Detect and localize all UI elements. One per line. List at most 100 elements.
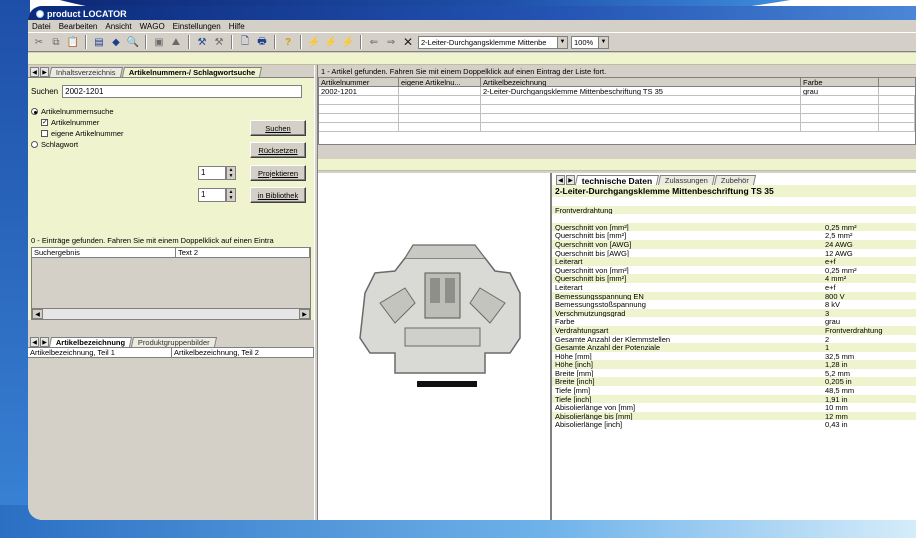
tab-accessories[interactable]: Zubehör [714, 175, 757, 185]
article-name-list[interactable]: Artikelbezeichnung, Teil 1 Artikelbezeic… [28, 347, 314, 520]
tab-approvals[interactable]: Zulassungen [658, 175, 716, 185]
col-search-result[interactable]: Suchergebnis [32, 248, 176, 258]
window-icon[interactable]: ▣ [152, 35, 166, 49]
quantity-input[interactable]: 1 [198, 166, 226, 180]
stepper-arrows-icon[interactable]: ▲ ▼ [226, 166, 236, 180]
search-result-list[interactable]: Suchergebnis Text 2 ◀ ▶ [31, 247, 311, 320]
terminal-add-icon[interactable]: ⚡ [324, 35, 338, 49]
search-icon[interactable]: 🔍 [126, 35, 140, 49]
col-articlenumber[interactable]: Artikelnummer [319, 78, 399, 87]
diamond-icon[interactable]: ◆ [109, 35, 123, 49]
filter-icon[interactable]: ▤ [92, 35, 106, 49]
radio-articlenumber-search[interactable]: Artikelnummernsuche [31, 106, 311, 117]
menu-ansicht[interactable]: Ansicht [105, 22, 131, 31]
spec-value: 24 AWG [825, 239, 853, 249]
menu-wago[interactable]: WAGO [140, 22, 165, 31]
title-bar: product LOCATOR [28, 6, 916, 20]
spec-row: Gesamte Anzahl der Klemmstellen 2 [552, 335, 916, 344]
col-text2[interactable]: Text 2 [176, 248, 310, 258]
spec-key: Bemessungsspannung EN [555, 291, 644, 301]
spec-value: 800 V [825, 291, 845, 301]
tab-next-icon[interactable]: ▶ [40, 337, 49, 347]
menu-einstellungen[interactable]: Einstellungen [173, 22, 221, 31]
image-icon[interactable]: ⛰ [169, 35, 183, 49]
tab-next-icon[interactable]: ▶ [566, 175, 575, 185]
spec-row: Breite [inch] 0,205 in [552, 377, 916, 386]
library-button[interactable]: in Bibliothek [250, 187, 306, 203]
chevron-down-icon[interactable]: ▼ [598, 36, 608, 48]
results-table[interactable]: Artikelnummer eigene Artikelnu... Artike… [318, 77, 916, 145]
menu-bearbeiten[interactable]: Bearbeiten [59, 22, 98, 31]
tab-contents[interactable]: Inhaltsverzeichnis [48, 67, 123, 77]
spec-value: 12 AWG [825, 248, 853, 258]
spec-value: 3 [825, 308, 830, 318]
menu-hilfe[interactable]: Hilfe [229, 22, 245, 31]
preview-icon[interactable]: 🗋 [238, 35, 252, 49]
tab-prev-icon[interactable]: ◀ [30, 67, 39, 77]
tool-icon[interactable]: ⚒ [212, 35, 226, 49]
tab-next-icon[interactable]: ▶ [40, 67, 49, 77]
print-icon[interactable]: 🖶 [255, 35, 269, 49]
scroll-left-icon[interactable]: ◀ [32, 309, 43, 319]
tab-prev-icon[interactable]: ◀ [556, 175, 565, 185]
bottom-tabbar: ◀ ▶ Artikelbezeichnung Produktgruppenbil… [28, 335, 314, 347]
project-button[interactable]: Projektieren [250, 165, 306, 181]
col-name-part1[interactable]: Artikelbezeichnung, Teil 1 [28, 348, 172, 358]
radio-label: Artikelnummernsuche [41, 107, 114, 116]
cell: 2-Leiter-Durchgangsklemme Mittenbeschrif… [481, 87, 801, 96]
spec-row: Querschnitt bis [mm²] 2,5 mm² [552, 231, 916, 240]
terminal-remove-icon[interactable]: ⚡ [341, 35, 355, 49]
library-quantity-stepper[interactable]: 1 ▲ ▼ [198, 188, 236, 202]
spec-row: Breite [mm] 5,2 mm [552, 369, 916, 378]
forward-icon[interactable]: ⇒ [384, 35, 398, 49]
reset-button[interactable]: Rücksetzen [250, 142, 306, 158]
spec-row: Verschmutzungsgrad 3 [552, 308, 916, 318]
cell [399, 87, 481, 96]
search-label: Suchen [31, 87, 59, 96]
scroll-right-icon[interactable]: ▶ [299, 309, 310, 319]
menu-datei[interactable]: Datei [32, 22, 51, 31]
spec-value: grau [825, 317, 841, 327]
spec-key: Höhe [inch] [555, 360, 593, 369]
col-color[interactable]: Farbe [801, 78, 879, 87]
search-input[interactable]: 2002-1201 [62, 85, 303, 98]
toolbar-separator [188, 35, 190, 49]
top-strip [28, 53, 916, 65]
tab-prev-icon[interactable]: ◀ [30, 337, 39, 347]
hammer-icon[interactable]: ⚒ [195, 35, 209, 49]
terminal-icon[interactable]: ⚡ [307, 35, 321, 49]
tab-article-search[interactable]: Artikelnummern-/ Schlagwortsuche [121, 67, 262, 77]
col-filler [879, 78, 915, 87]
cut-icon[interactable]: ✂ [32, 35, 46, 49]
back-icon[interactable]: ⇐ [367, 35, 381, 49]
spec-table: Querschnitt von [mm²] 0,25 mm² Querschnitt… [552, 222, 916, 429]
table-row[interactable]: 2002-1201 2-Leiter-Durchgangsklemme Mitt… [319, 87, 915, 96]
col-own-articlenumber[interactable]: eigene Artikelnu... [399, 78, 481, 87]
product-select[interactable]: 2-Leiter-Durchgangsklemme Mittenbe ▼ [418, 35, 568, 49]
project-quantity-stepper[interactable]: 1 ▲ ▼ [198, 166, 236, 180]
spec-value: 4 mm² [825, 274, 847, 284]
col-description[interactable]: Artikelbezeichnung [481, 78, 801, 87]
table-row [319, 105, 915, 114]
spec-value: e+f [825, 257, 836, 267]
tab-product-group-images[interactable]: Produktgruppenbilder [131, 337, 217, 347]
chevron-down-icon[interactable]: ▼ [557, 36, 567, 48]
zoom-select[interactable]: 100% ▼ [571, 35, 609, 49]
search-button[interactable]: Suchen [250, 120, 306, 136]
cell: grau [801, 87, 879, 96]
spec-key: Höhe [mm] [555, 351, 592, 361]
help-icon[interactable]: ? [281, 35, 295, 49]
tab-technical-data[interactable]: technische Daten [574, 175, 660, 186]
spec-subtitle-row: Frontverdrahtung [552, 205, 916, 215]
list-header: Artikelbezeichnung, Teil 1 Artikelbezeic… [28, 348, 314, 358]
close-icon[interactable]: ✕ [401, 35, 415, 49]
stepper-arrows-icon[interactable]: ▲ ▼ [226, 188, 236, 202]
copy-icon[interactable]: ⧉ [49, 35, 63, 49]
spec-title: 2-Leiter-Durchgangsklemme Mittenbeschrif… [552, 185, 916, 197]
quantity-input[interactable]: 1 [198, 188, 226, 202]
horizontal-scrollbar[interactable]: ◀ ▶ [32, 308, 310, 319]
tab-article-name[interactable]: Artikelbezeichnung [48, 337, 133, 347]
spec-row: Querschnitt bis [AWG] 12 AWG [552, 249, 916, 258]
col-name-part2[interactable]: Artikelbezeichnung, Teil 2 [172, 348, 314, 358]
paste-icon[interactable]: 📋 [66, 35, 80, 49]
